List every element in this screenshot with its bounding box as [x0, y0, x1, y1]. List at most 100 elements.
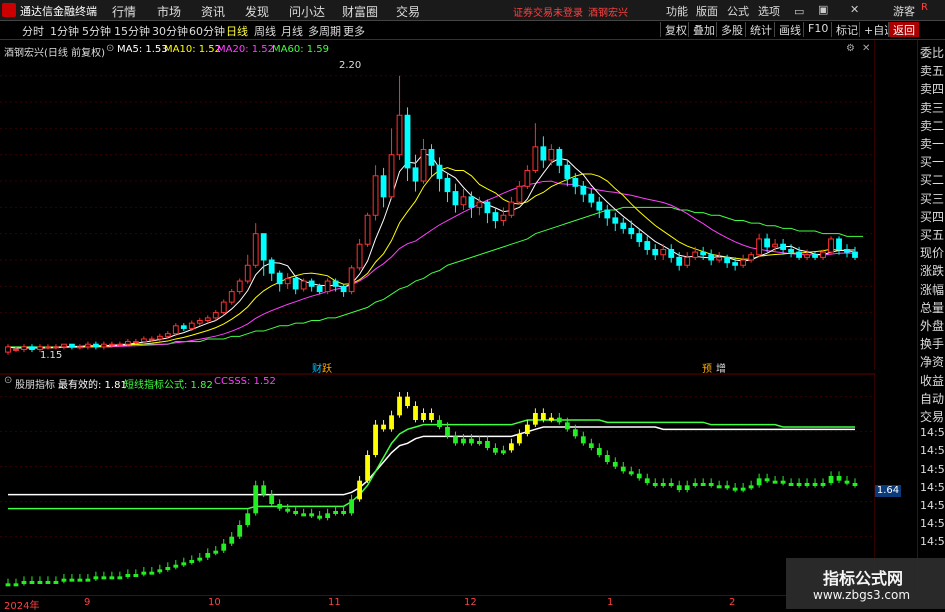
quote-panel-item[interactable]: 14:56: [920, 535, 945, 548]
indicator-bar: [820, 483, 826, 486]
indicator-bar: [117, 576, 123, 580]
quote-panel-item[interactable]: 自动: [920, 390, 944, 407]
window-minimize-icon[interactable]: ▭: [794, 5, 804, 18]
period-daily[interactable]: 日线: [226, 23, 248, 39]
menu-ask-xiaoda[interactable]: 问小达: [289, 3, 325, 20]
date-axis: 2024年 9 10 11 12 1 2: [0, 595, 875, 612]
quote-panel-item[interactable]: 卖五: [920, 62, 944, 79]
btn-statistics[interactable]: 统计: [745, 22, 776, 37]
date-label-nov: 11: [328, 597, 341, 608]
menu-layout[interactable]: 版面: [696, 3, 718, 19]
period-multi[interactable]: 多周期: [308, 23, 341, 39]
quote-panel-item[interactable]: 现价: [920, 244, 944, 261]
btn-mark[interactable]: 标记: [831, 22, 862, 37]
quote-panel-item[interactable]: 买一: [920, 153, 944, 170]
panel-settings-icon[interactable]: ⚙: [846, 43, 855, 54]
candle-body: [380, 175, 387, 198]
menu-market[interactable]: 市场: [157, 3, 181, 20]
menu-news[interactable]: 资讯: [201, 3, 225, 20]
candle-body: [204, 317, 211, 322]
indicator-bar: [788, 483, 794, 486]
indicator-bar: [109, 576, 115, 580]
quote-panel-item[interactable]: 收益: [920, 372, 944, 389]
quote-panel-item[interactable]: 换手: [920, 335, 944, 352]
quote-panel-item[interactable]: 交易: [920, 408, 944, 425]
candle-body: [812, 254, 818, 258]
candle-body: [748, 254, 755, 261]
indicator-bar: [229, 536, 235, 544]
menu-discover[interactable]: 发现: [245, 3, 269, 20]
btn-draw[interactable]: 画线: [774, 22, 805, 37]
indicator-bar: [165, 567, 171, 570]
candle-body: [340, 285, 347, 293]
candle-body: [108, 343, 115, 346]
quote-panel-item[interactable]: 外盘: [920, 317, 944, 334]
r-button[interactable]: R: [921, 2, 928, 13]
period-1min[interactable]: 1分钟: [50, 23, 79, 39]
price-chart[interactable]: 2.202.102.001.901.801.701.601.501.401.30…: [0, 40, 875, 370]
btn-multistock[interactable]: 多股: [716, 22, 747, 37]
period-monthly[interactable]: 月线: [281, 23, 303, 39]
quote-panel-item[interactable]: 卖四: [920, 80, 944, 97]
quote-panel-item[interactable]: 买三: [920, 190, 944, 207]
login-status[interactable]: 证券交易未登录: [513, 4, 583, 19]
menu-market-quotes[interactable]: 行情: [112, 3, 136, 20]
menu-options[interactable]: 选项: [758, 3, 780, 19]
quote-panel-item[interactable]: 卖三: [920, 99, 944, 116]
period-5min[interactable]: 5分钟: [82, 23, 111, 39]
period-weekly[interactable]: 周线: [254, 23, 276, 39]
indicator-bar: [732, 487, 738, 491]
indicator-bar: [309, 513, 315, 517]
quote-panel-item[interactable]: 14:56: [920, 499, 945, 512]
window-restore-icon[interactable]: ▣: [818, 3, 828, 16]
quote-panel-item[interactable]: 14:56: [920, 444, 945, 457]
quote-panel-item[interactable]: 涨跌: [920, 262, 944, 279]
quote-panel-item[interactable]: 卖一: [920, 135, 944, 152]
menu-wealth-circle[interactable]: 财富圈: [342, 3, 378, 20]
quote-panel-item[interactable]: 总量: [920, 299, 944, 316]
period-timeshare[interactable]: 分时: [22, 23, 44, 39]
btn-adjust[interactable]: 复权: [660, 22, 691, 37]
menu-trade[interactable]: 交易: [396, 3, 420, 20]
quote-panel-item[interactable]: 14:56: [920, 481, 945, 494]
quote-panel-item[interactable]: 涨幅: [920, 281, 944, 298]
quote-panel-item[interactable]: 卖二: [920, 117, 944, 134]
watermark: 指标公式网 www.zbgs3.com: [786, 558, 945, 609]
panel-close-icon[interactable]: ✕: [862, 43, 870, 54]
period-more[interactable]: 更多: [343, 23, 365, 39]
btn-overlay[interactable]: 叠加: [688, 22, 719, 37]
candle-body: [244, 264, 251, 282]
candle-body: [732, 262, 739, 266]
user-guest[interactable]: 游客: [893, 3, 915, 19]
period-30min[interactable]: 30分钟: [152, 23, 188, 39]
candle-body: [724, 256, 731, 264]
quote-panel-item[interactable]: 14:56: [920, 426, 945, 439]
indicator-bar: [772, 480, 778, 484]
indicator-bar: [668, 483, 674, 486]
indicator-chart[interactable]: 2.202.001.801.601.40: [0, 373, 875, 593]
indicator-bar: [141, 571, 147, 575]
indicator-settings-icon[interactable]: ⊙: [4, 375, 12, 386]
menu-formula[interactable]: 公式: [727, 3, 749, 19]
settings-icon[interactable]: ⊙: [106, 43, 114, 54]
indicator-bar: [261, 485, 267, 495]
btn-f10[interactable]: F10: [803, 22, 832, 37]
candle-body: [140, 338, 147, 343]
indicator-bar: [5, 583, 11, 587]
period-15min[interactable]: 15分钟: [114, 23, 150, 39]
quote-panel-item[interactable]: 14:56: [920, 517, 945, 530]
window-close-icon[interactable]: ✕: [850, 3, 859, 16]
indicator-bar: [333, 511, 339, 514]
btn-back[interactable]: 返回: [888, 22, 919, 37]
quote-panel-item[interactable]: 净资: [920, 353, 944, 370]
quote-panel-item[interactable]: 买四: [920, 208, 944, 225]
quote-panel-item[interactable]: 14:56: [920, 463, 945, 476]
menu-functions[interactable]: 功能: [666, 3, 688, 19]
quote-panel-item[interactable]: 买五: [920, 226, 944, 243]
candle-body: [660, 248, 667, 256]
quote-panel-item[interactable]: 买二: [920, 171, 944, 188]
quote-panel-item[interactable]: 委比: [920, 44, 944, 61]
period-60min[interactable]: 60分钟: [189, 23, 225, 39]
indicator-bar: [844, 480, 850, 484]
candle-body: [100, 343, 107, 348]
